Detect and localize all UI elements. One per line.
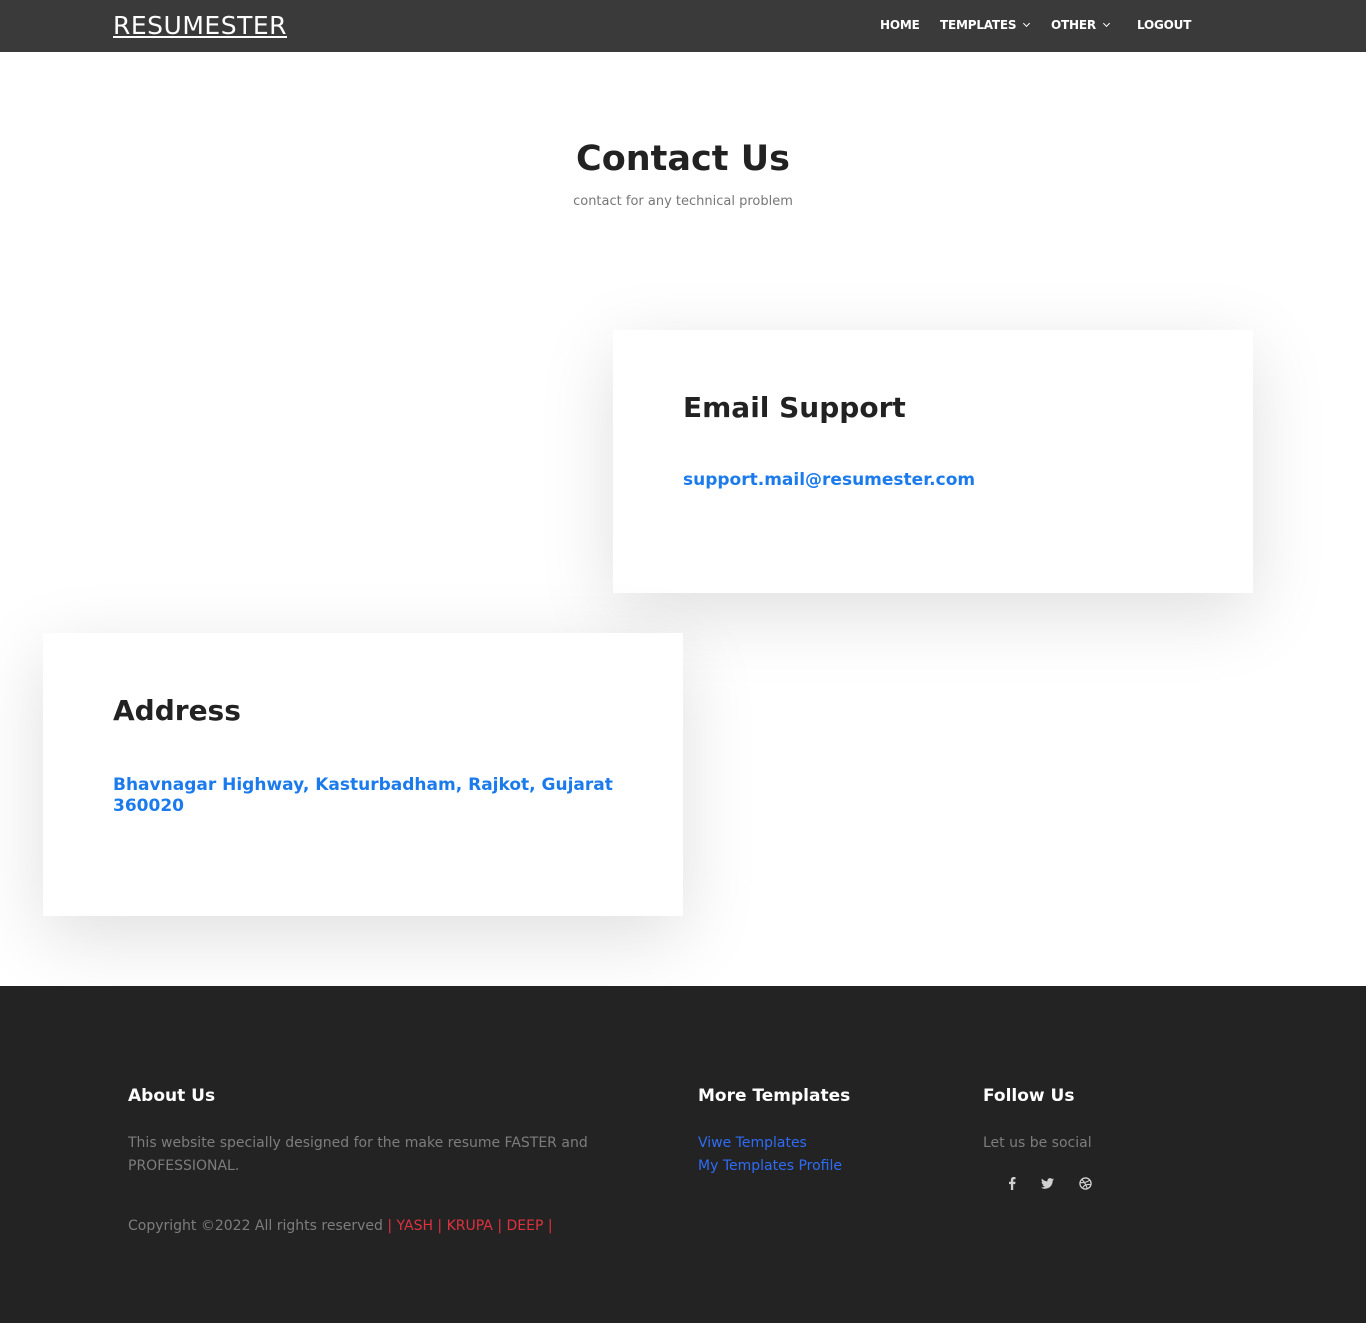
- copyright-text: Copyright ©2022 All rights reserved | YA…: [128, 1215, 553, 1237]
- chevron-down-icon: [1102, 19, 1110, 28]
- copyright-prefix: Copyright ©2022 All rights reserved: [128, 1218, 383, 1234]
- chevron-down-icon: [1023, 19, 1031, 28]
- brand-logo[interactable]: RESUMESTER: [113, 12, 287, 40]
- nav-logout-label: LOGOUT: [1137, 18, 1192, 32]
- nav-other-label: OTHER: [1051, 18, 1096, 32]
- footer-templates-title: More Templates: [698, 1086, 851, 1106]
- twitter-icon[interactable]: [1037, 1173, 1057, 1193]
- view-templates-link[interactable]: Viwe Templates: [698, 1132, 807, 1155]
- facebook-icon[interactable]: [1002, 1173, 1022, 1193]
- navbar: RESUMESTER HOME TEMPLATES OTHER LOGOUT: [0, 0, 1366, 52]
- dribbble-icon[interactable]: [1075, 1173, 1095, 1193]
- copyright-authors: | YASH | KRUPA | DEEP |: [387, 1218, 553, 1234]
- email-support-card: Email Support support.mail@resumester.co…: [613, 330, 1253, 593]
- footer: About Us This website specially designed…: [0, 986, 1366, 1323]
- footer-about-text: This website specially designed for the …: [128, 1135, 588, 1174]
- address-card: Address Bhavnagar Highway, Kasturbadham,…: [43, 633, 683, 916]
- nav-templates[interactable]: TEMPLATES: [940, 18, 1031, 32]
- footer-about-title: About Us: [128, 1086, 216, 1106]
- nav-logout[interactable]: LOGOUT: [1137, 18, 1191, 32]
- nav-templates-label: TEMPLATES: [940, 18, 1017, 32]
- my-templates-profile-link[interactable]: My Templates Profile: [698, 1155, 842, 1178]
- address-title: Address: [113, 694, 241, 727]
- nav-home[interactable]: HOME: [880, 18, 920, 32]
- address-value: Bhavnagar Highway, Kasturbadham, Rajkot,…: [113, 775, 613, 816]
- page-title: Contact Us: [576, 139, 790, 179]
- support-email-link[interactable]: support.mail@resumester.com: [683, 470, 1203, 491]
- nav-home-label: HOME: [880, 18, 920, 32]
- footer-follow-title: Follow Us: [983, 1086, 1075, 1106]
- email-support-title: Email Support: [683, 391, 906, 424]
- page-subtitle: contact for any technical problem: [573, 194, 793, 209]
- footer-follow-text: Let us be social: [983, 1135, 1092, 1151]
- nav-other[interactable]: OTHER: [1051, 18, 1110, 32]
